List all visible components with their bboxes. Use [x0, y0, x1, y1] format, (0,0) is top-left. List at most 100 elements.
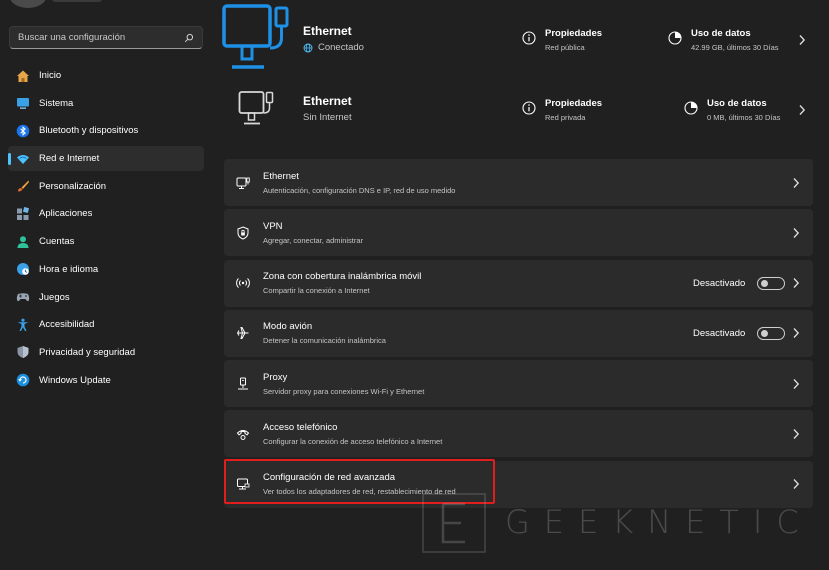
globe-icon — [303, 43, 313, 52]
hotspot-icon — [236, 276, 250, 290]
sidebar-item-accesibilidad[interactable]: Accesibilidad — [8, 312, 204, 337]
clock-globe-icon — [16, 262, 30, 276]
ethernet-icon — [236, 176, 250, 190]
chevron-right-icon — [793, 479, 800, 490]
avatar[interactable] — [10, 0, 46, 8]
toggle-state-label: Desactivado — [693, 277, 746, 289]
search-box[interactable] — [9, 26, 203, 49]
network-row-no-internet[interactable]: Ethernet Sin Internet Propiedades Red pr… — [222, 80, 814, 140]
sidebar-item-label: Accesibilidad — [39, 319, 95, 331]
dialup-icon — [236, 427, 250, 441]
sidebar-item-inicio[interactable]: Inicio — [8, 63, 204, 88]
pie-chart-icon — [684, 101, 698, 115]
shield-icon — [16, 345, 30, 359]
setting-subtitle: Detener la comunicación inalámbrica — [263, 336, 386, 346]
setting-title: Ethernet — [263, 170, 299, 182]
setting-subtitle: Agregar, conectar, administrar — [263, 235, 364, 245]
sidebar-item-sistema[interactable]: Sistema — [8, 91, 204, 116]
sidebar-item-hora-idioma[interactable]: Hora e idioma — [8, 257, 204, 282]
network-settings-list: Ethernet Autenticación, configuración DN… — [224, 159, 813, 511]
chevron-right-icon — [793, 227, 800, 238]
geeknetic-logo-mark — [422, 493, 486, 553]
sidebar-item-personalizacion[interactable]: Personalización — [8, 174, 204, 199]
sidebar-item-juegos[interactable]: Juegos — [8, 285, 204, 310]
network-status: Sin Internet — [303, 112, 352, 123]
ethernet-monitor-icon — [238, 91, 274, 125]
properties-title: Propiedades — [545, 28, 603, 39]
airplane-mode-toggle[interactable] — [757, 326, 786, 340]
sidebar-item-cuentas[interactable]: Cuentas — [8, 229, 204, 254]
network-data-usage-link[interactable]: Uso de datos 42.99 GB, últimos 30 Días — [668, 28, 779, 52]
sidebar-item-label: Windows Update — [39, 374, 111, 386]
setting-vpn[interactable]: VPN Agregar, conectar, administrar — [224, 209, 813, 257]
sidebar-item-privacidad[interactable]: Privacidad y seguridad — [8, 340, 204, 365]
properties-title: Propiedades — [545, 98, 603, 109]
ethernet-monitor-icon — [222, 4, 289, 69]
chevron-right-icon[interactable] — [798, 34, 806, 46]
setting-subtitle: Configurar la conexión de acceso telefón… — [263, 436, 443, 446]
airplane-icon — [236, 326, 250, 340]
setting-dialup[interactable]: Acceso telefónico Configurar la conexión… — [224, 410, 813, 458]
sidebar-nav: Inicio Sistema Bluetooth y dispositivos … — [8, 63, 204, 395]
proxy-icon — [236, 377, 250, 391]
apps-icon — [16, 206, 30, 221]
sidebar-item-bluetooth[interactable]: Bluetooth y dispositivos — [8, 118, 204, 143]
user-name-stub — [52, 0, 102, 2]
chevron-right-icon — [793, 378, 800, 389]
setting-proxy[interactable]: Proxy Servidor proxy para conexiones Wi-… — [224, 360, 813, 408]
watermark-text: GEEKNETIC — [505, 503, 813, 541]
update-icon — [16, 373, 30, 387]
network-status-label: Sin Internet — [303, 112, 352, 123]
network-row-connected[interactable]: Ethernet Conectado Propiedades Red públi… — [222, 4, 814, 69]
info-icon — [522, 101, 536, 115]
network-properties-link[interactable]: Propiedades Red pública — [522, 28, 602, 52]
setting-subtitle: Compartir la conexión a Internet — [263, 286, 370, 296]
hotspot-toggle[interactable] — [757, 276, 786, 290]
setting-mobile-hotspot[interactable]: Zona con cobertura inalámbrica móvil Com… — [224, 259, 813, 307]
accessibility-icon — [16, 318, 30, 332]
sidebar-item-label: Juegos — [39, 291, 70, 303]
network-icon — [16, 152, 30, 166]
setting-title: Modo avión — [263, 321, 313, 333]
search-input[interactable] — [18, 32, 184, 43]
setting-subtitle: Autenticación, configuración DNS e IP, r… — [263, 185, 456, 195]
network-data-usage-link[interactable]: Uso de datos 0 MB, últimos 30 Días — [684, 98, 780, 122]
search-icon[interactable] — [184, 33, 194, 43]
network-status-label: Conectado — [318, 42, 364, 53]
chevron-right-icon — [793, 328, 800, 339]
info-icon — [522, 31, 536, 45]
chevron-right-icon[interactable] — [798, 104, 806, 116]
usage-sub: 0 MB, últimos 30 Días — [707, 113, 781, 122]
setting-advanced-network[interactable]: Configuración de red avanzada Ver todos … — [224, 460, 813, 508]
network-name: Ethernet — [303, 24, 352, 38]
setting-airplane-mode[interactable]: Modo avión Detener la comunicación inalá… — [224, 309, 813, 357]
network-status: Conectado — [303, 42, 364, 53]
network-name: Ethernet — [303, 94, 352, 108]
hotspot-toggle-group: Desactivado — [693, 276, 786, 290]
setting-ethernet[interactable]: Ethernet Autenticación, configuración DN… — [224, 159, 813, 206]
pie-chart-icon — [668, 31, 682, 45]
setting-title: Zona con cobertura inalámbrica móvil — [263, 271, 422, 283]
usage-title: Uso de datos — [707, 98, 767, 109]
sidebar-item-label: Privacidad y seguridad — [39, 346, 136, 358]
network-properties-link[interactable]: Propiedades Red privada — [522, 98, 602, 122]
bluetooth-icon — [16, 124, 30, 138]
account-icon — [16, 235, 30, 249]
sidebar-item-label: Red e Internet — [39, 153, 100, 165]
setting-subtitle: Servidor proxy para conexiones Wi-Fi y E… — [263, 386, 425, 396]
setting-title: VPN — [263, 220, 283, 232]
setting-title: Configuración de red avanzada — [263, 472, 396, 484]
setting-title: Acceso telefónico — [263, 421, 338, 433]
sidebar-item-windows-update[interactable]: Windows Update — [8, 368, 204, 393]
sidebar-item-label: Hora e idioma — [39, 263, 99, 275]
vpn-shield-icon — [236, 226, 250, 240]
sidebar-item-red-internet[interactable]: Red e Internet — [8, 146, 204, 172]
brush-icon — [16, 179, 30, 193]
usage-sub: 42.99 GB, últimos 30 Días — [691, 43, 779, 52]
airplane-toggle-group: Desactivado — [693, 326, 786, 340]
advanced-network-icon — [236, 477, 250, 491]
chevron-right-icon — [793, 177, 800, 188]
sidebar-item-aplicaciones[interactable]: Aplicaciones — [8, 201, 204, 226]
properties-sub: Red pública — [545, 43, 585, 52]
sidebar-item-label: Sistema — [39, 97, 74, 109]
